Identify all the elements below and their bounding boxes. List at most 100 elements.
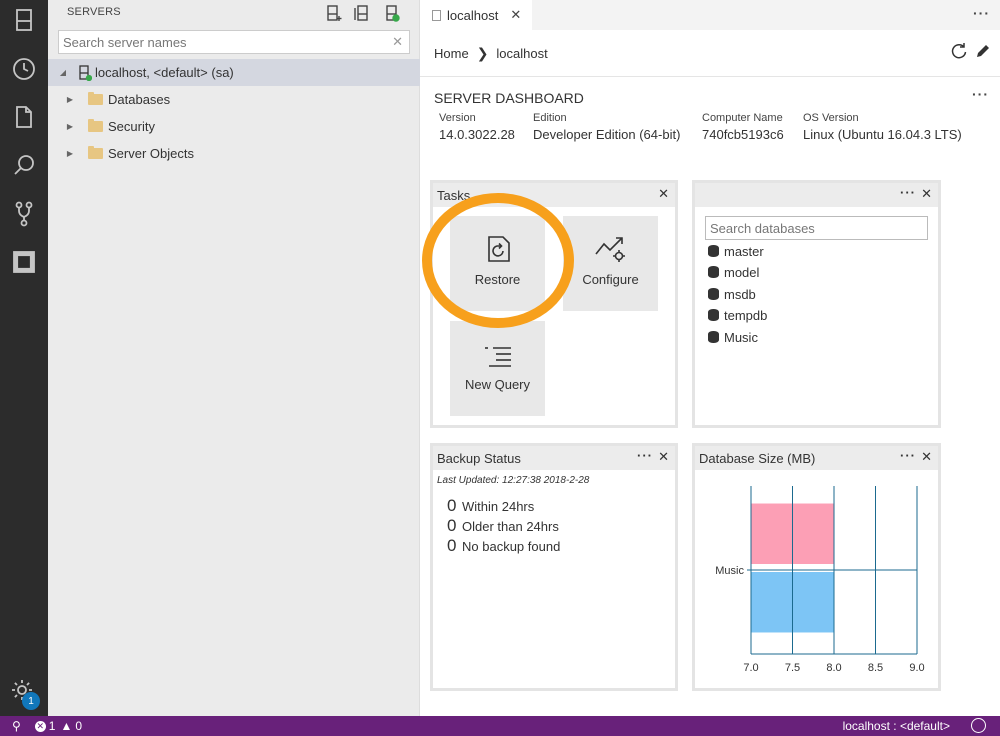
activity-bar: 1 — [0, 0, 48, 716]
prop-key: Computer Name — [702, 112, 783, 124]
status-left: ⚲ ✕ 1 ▲ 0 — [12, 719, 82, 733]
prop-edition: Edition Developer Edition (64-bit) — [533, 112, 680, 142]
collapse-arrow-icon[interactable]: ◢ — [58, 68, 68, 77]
database-item[interactable]: master — [708, 241, 764, 261]
source-control-icon[interactable] — [10, 200, 38, 228]
close-widget-icon[interactable]: ✕ — [658, 449, 669, 465]
widget-header: Database Size (MB) ··· ✕ — [695, 446, 938, 470]
database-search-box[interactable] — [705, 216, 928, 240]
breadcrumb-current[interactable]: localhost — [496, 46, 547, 61]
x-tick-label: 8.5 — [868, 662, 883, 674]
status-bar: ⚲ ✕ 1 ▲ 0 localhost : <default> — [0, 716, 1000, 736]
prop-os-version: OS Version Linux (Ubuntu 16.04.3 LTS) — [803, 112, 962, 142]
backup-label: Within 24hrs — [462, 499, 535, 514]
restore-task-button[interactable]: Restore — [450, 216, 545, 311]
prop-version: Version 14.0.3022.28 — [439, 112, 515, 142]
widget-header: ··· ✕ — [695, 183, 938, 207]
prop-key: OS Version — [803, 112, 859, 124]
tree-item-label: localhost, <default> (sa) — [95, 65, 234, 80]
more-actions-icon[interactable]: ··· — [973, 5, 990, 21]
editor-tab-bar: localhost ✕ ··· — [420, 0, 1000, 30]
remote-icon[interactable]: ⚲ — [12, 719, 21, 733]
refresh-icon[interactable] — [950, 42, 968, 60]
database-item[interactable]: msdb — [708, 284, 756, 304]
search-icon[interactable] — [10, 151, 38, 179]
new-server-group-icon[interactable] — [354, 4, 372, 22]
new-connection-icon[interactable] — [326, 4, 344, 22]
widget-title: Backup Status — [437, 451, 521, 466]
x-tick-label: 9.0 — [909, 662, 924, 674]
file-icon[interactable] — [10, 103, 38, 131]
settings-badge: 1 — [22, 692, 40, 710]
widget-header: Backup Status ··· ✕ — [433, 446, 675, 470]
server-search-input[interactable] — [59, 31, 379, 53]
sidebar-header: SERVERS — [48, 0, 420, 26]
tree-item-databases[interactable]: ▶ Databases — [48, 86, 420, 113]
servers-sidebar: SERVERS ✕ ◢ localhost, <default> (sa) ▶ … — [48, 0, 420, 716]
database-item[interactable]: tempdb — [708, 305, 767, 325]
widget-more-icon[interactable]: ··· — [900, 448, 916, 463]
close-widget-icon[interactable]: ✕ — [658, 186, 669, 202]
new-query-task-button[interactable]: New Query — [450, 321, 545, 416]
tree-item-label: Security — [108, 119, 155, 134]
chevron-right-icon: ❯ — [476, 45, 489, 61]
error-count[interactable]: 1 — [49, 719, 56, 733]
history-icon[interactable] — [10, 55, 38, 83]
database-search-input[interactable] — [706, 217, 927, 239]
widget-header: Tasks ✕ — [433, 183, 675, 207]
database-size-chart: 7.0 7.5 8.0 8.5 9.0 Music — [715, 486, 925, 674]
task-label: Configure — [582, 272, 639, 287]
header-divider — [420, 76, 1000, 77]
task-label: Restore — [474, 272, 521, 287]
sidebar-title: SERVERS — [67, 6, 121, 18]
dashboard-file-icon — [432, 9, 441, 21]
x-tick-label: 7.0 — [743, 662, 758, 674]
expand-arrow-icon[interactable]: ▶ — [65, 95, 75, 104]
expand-arrow-icon[interactable]: ▶ — [65, 149, 75, 158]
database-name: msdb — [724, 286, 756, 302]
folder-icon — [88, 119, 103, 132]
backup-label: Older than 24hrs — [462, 519, 559, 534]
restore-icon — [487, 236, 510, 262]
widget-more-icon[interactable]: ··· — [900, 185, 916, 200]
expand-arrow-icon[interactable]: ▶ — [65, 122, 75, 131]
backup-count: 0 — [447, 516, 457, 535]
servers-icon[interactable] — [10, 6, 38, 34]
database-item[interactable]: model — [708, 262, 759, 282]
clear-search-icon[interactable]: ✕ — [392, 34, 403, 50]
category-label: Music — [715, 565, 744, 577]
database-name: master — [724, 243, 764, 259]
breadcrumb-home[interactable]: Home — [434, 46, 469, 61]
backup-status-widget: Backup Status ··· ✕ Last Updated: 12:27:… — [430, 443, 678, 691]
connection-status[interactable]: localhost : <default> — [843, 719, 950, 733]
database-name: Music — [724, 329, 758, 345]
active-connections-icon[interactable] — [384, 4, 402, 22]
warning-icon[interactable]: ▲ — [60, 719, 72, 733]
dashboard-title: SERVER DASHBOARD — [434, 90, 584, 106]
feedback-smiley-icon[interactable] — [971, 718, 986, 733]
tab-localhost[interactable]: localhost ✕ — [420, 0, 532, 30]
x-tick-label: 8.0 — [826, 662, 841, 674]
tree-item-localhost[interactable]: ◢ localhost, <default> (sa) — [48, 59, 420, 86]
database-size-widget: Database Size (MB) ··· ✕ 7.0 7.5 8.0 8.5 9.0… — [692, 443, 941, 691]
error-icon[interactable]: ✕ — [34, 720, 46, 732]
close-widget-icon[interactable]: ✕ — [921, 449, 932, 465]
configure-task-button[interactable]: Configure — [563, 216, 658, 311]
server-search-box[interactable]: ✕ — [58, 30, 410, 54]
widget-more-icon[interactable]: ··· — [637, 448, 653, 463]
extensions-icon[interactable] — [10, 248, 38, 276]
close-widget-icon[interactable]: ✕ — [921, 186, 932, 202]
database-icon — [708, 309, 719, 321]
tree-item-server-objects[interactable]: ▶ Server Objects — [48, 140, 420, 167]
database-item[interactable]: Music — [708, 327, 758, 347]
task-label: New Query — [464, 377, 531, 392]
tree-item-security[interactable]: ▶ Security — [48, 113, 420, 140]
dashboard-more-icon[interactable]: ··· — [972, 86, 989, 102]
edit-pencil-icon[interactable] — [974, 42, 992, 60]
warning-count[interactable]: 0 — [75, 719, 82, 733]
tab-label: localhost — [447, 7, 499, 23]
configure-icon — [594, 237, 625, 262]
close-tab-icon[interactable]: ✕ — [510, 7, 521, 23]
backup-row: 0 Older than 24hrs — [447, 516, 559, 536]
prop-computer-name: Computer Name 740fcb5193c6 — [702, 112, 784, 142]
